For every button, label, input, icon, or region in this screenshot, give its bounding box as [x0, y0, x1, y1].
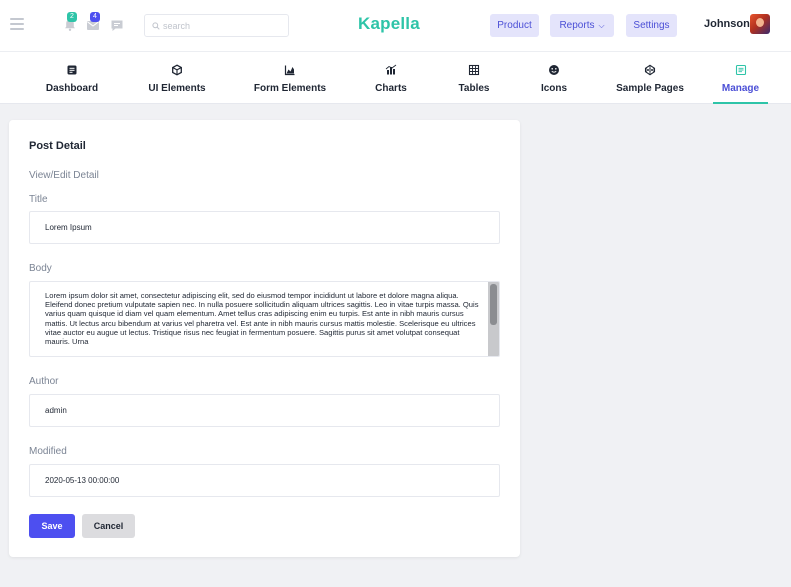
modified-field[interactable]	[29, 464, 500, 497]
search-input[interactable]	[163, 18, 283, 34]
nav-label-tables: Tables	[458, 83, 490, 94]
emoji-icon	[549, 65, 559, 75]
body-field[interactable]: Lorem ipsum dolor sit amet, consectetur …	[29, 281, 500, 357]
card-title: Post Detail	[29, 140, 86, 152]
body-scrollbar[interactable]	[488, 282, 499, 356]
body-textarea[interactable]: Lorem ipsum dolor sit amet, consectetur …	[30, 282, 488, 356]
nav-item-form-elements[interactable]: Form Elements	[245, 52, 335, 104]
reports-dropdown[interactable]: Reports ⌵	[550, 14, 614, 37]
nav-label-form-elements: Form Elements	[253, 83, 327, 94]
main-nav: Dashboard UI Elements Form Elements Char…	[0, 52, 791, 104]
search-box[interactable]	[144, 14, 289, 37]
nav-item-charts[interactable]: Charts	[361, 52, 421, 104]
nav-item-manage[interactable]: Manage	[713, 52, 768, 104]
title-label: Title	[29, 194, 48, 205]
top-bar: 2 4 Kapella Product Reports⌵ Settings Jo…	[0, 0, 791, 52]
brand-logo[interactable]: Kapella	[358, 14, 420, 34]
author-field[interactable]	[29, 394, 500, 427]
author-input[interactable]	[30, 395, 499, 426]
modified-input[interactable]	[30, 465, 499, 496]
product-label: Product	[497, 20, 532, 31]
list-icon	[735, 64, 746, 76]
search-icon	[152, 22, 160, 30]
nav-item-icons[interactable]: Icons	[524, 52, 584, 104]
settings-button[interactable]: Settings	[626, 14, 677, 37]
grid-icon	[468, 64, 480, 76]
nav-item-ui-elements[interactable]: UI Elements	[137, 52, 217, 104]
settings-label: Settings	[633, 20, 670, 31]
cancel-button[interactable]: Cancel	[82, 514, 135, 538]
nav-label-icons: Icons	[540, 83, 568, 94]
product-button[interactable]: Product	[490, 14, 539, 37]
scrollbar-thumb[interactable]	[490, 284, 497, 325]
modified-label: Modified	[29, 446, 67, 457]
dashboard-icon	[67, 65, 77, 75]
nav-label-manage: Manage	[721, 83, 760, 94]
menu-icon[interactable]	[10, 18, 24, 32]
avatar[interactable]	[750, 14, 770, 34]
mail-badge: 4	[90, 12, 100, 22]
nav-item-sample-pages[interactable]: Sample Pages	[610, 52, 690, 104]
post-detail-card: Post Detail View/Edit Detail Title Body …	[9, 120, 520, 557]
chevron-down-icon: ⌵	[598, 21, 605, 30]
notifications-badge: 2	[67, 12, 77, 22]
card-subtitle: View/Edit Detail	[29, 170, 99, 181]
author-label: Author	[29, 376, 59, 387]
body-label: Body	[29, 263, 52, 274]
nav-label-ui-elements: UI Elements	[148, 83, 206, 94]
codepen-icon	[644, 64, 656, 76]
user-name[interactable]: Johnson	[704, 18, 750, 30]
chart-area-icon	[284, 65, 295, 76]
nav-label-dashboard: Dashboard	[45, 83, 99, 94]
title-input[interactable]	[30, 212, 499, 243]
reports-label: Reports	[559, 20, 595, 31]
title-field[interactable]	[29, 211, 500, 244]
chart-icon	[385, 64, 397, 75]
save-button[interactable]: Save	[29, 514, 75, 538]
nav-item-dashboard[interactable]: Dashboard	[32, 52, 112, 104]
message-icon[interactable]	[110, 18, 124, 32]
nav-label-sample-pages: Sample Pages	[616, 83, 684, 94]
nav-item-tables[interactable]: Tables	[444, 52, 504, 104]
cube-icon	[172, 64, 182, 76]
nav-label-charts: Charts	[375, 83, 407, 94]
